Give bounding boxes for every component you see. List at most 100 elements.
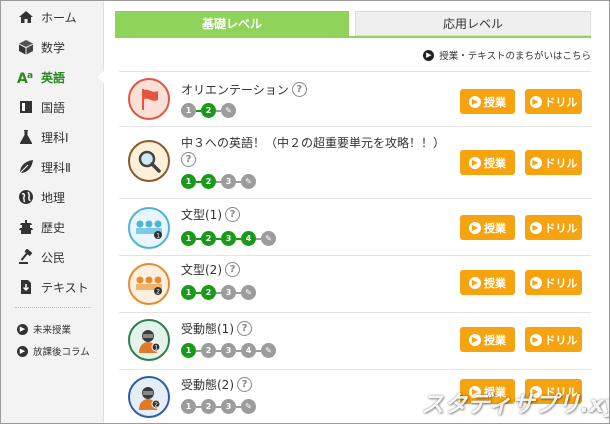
sidebar-item-civics[interactable]: 公民 xyxy=(1,242,103,272)
drill-button-label: ドリル xyxy=(544,221,578,235)
book-icon xyxy=(17,98,35,116)
arrow-right-icon: ▶ xyxy=(529,333,542,346)
sidebar-link-label: 未来授業 xyxy=(33,325,72,336)
errata-link[interactable]: ▶ 授業・テキストのまちがいはこちら xyxy=(423,48,591,62)
arrow-right-icon: ▶ xyxy=(17,345,28,357)
app-frame: ホーム 数学 Aa 英語 国語 理科Ⅰ 理科Ⅱ 地理 歴史 公民 テキスト ▶ … xyxy=(0,0,610,424)
arrow-right-icon: ▶ xyxy=(529,95,542,108)
sidebar-link-label: 放課後コラム xyxy=(33,347,90,358)
help-icon[interactable]: ? xyxy=(237,377,252,392)
lesson-row: 2 文型(2) ? 1 2 3 ✎ ▶ 授業 ▶ ドリル xyxy=(119,255,591,312)
sidebar-item-label: 地理 xyxy=(41,190,66,205)
drill-button[interactable]: ▶ ドリル xyxy=(525,270,582,295)
lesson-row: オリエンテーション ? 1 2 ✎ ▶ 授業 ▶ ドリル xyxy=(119,71,591,126)
lesson-row: 1 受動態(1) ? 1 2 3 4 ✎ ▶ 授業 ▶ ドリル xyxy=(119,312,591,369)
sidebar-item-label: 理科Ⅱ xyxy=(41,160,71,175)
sidebar-item-label: 歴史 xyxy=(41,220,66,235)
lesson-progress: 1 2 3 4 ✎ xyxy=(181,343,276,358)
arrow-right-icon: ▶ xyxy=(469,156,481,169)
lesson-title-text: 中３への英語！（中２の超重要単元を攻略！！） xyxy=(181,136,446,150)
pencil-icon: ✎ xyxy=(241,174,256,189)
cube-icon xyxy=(17,38,35,56)
progress-step: 1 xyxy=(181,285,196,300)
progress-step: 1 xyxy=(181,343,196,358)
drill-button-label: ドリル xyxy=(544,276,578,290)
lesson-button[interactable]: ▶ 授業 xyxy=(460,327,515,352)
lesson-progress: 1 2 3 ✎ xyxy=(181,174,256,189)
sidebar-item-geography[interactable]: 地理 xyxy=(1,182,103,212)
lesson-title: 中３への英語！（中２の超重要単元を攻略！！） xyxy=(181,134,445,151)
lesson-progress: 1 2 ✎ xyxy=(181,103,236,118)
svg-text:a: a xyxy=(27,71,33,81)
lesson-title: オリエンテーション ? xyxy=(181,81,307,98)
lesson-row: 1 文型(1) ? 1 2 3 4 ✎ ▶ 授業 ▶ ドリル xyxy=(119,198,591,255)
help-icon[interactable]: ? xyxy=(181,152,196,167)
pencil-icon: ✎ xyxy=(261,231,276,246)
magnifier-badge-icon xyxy=(128,140,170,182)
main-content: 基礎レベル 応用レベル ▶ 授業・テキストのまちがいはこちら オリエンテーション… xyxy=(115,1,597,423)
tab-applied-level[interactable]: 応用レベル xyxy=(355,11,591,36)
progress-step: 2 xyxy=(201,343,216,358)
lesson-title: 受動態(2) ? xyxy=(181,376,252,393)
drill-button[interactable]: ▶ ドリル xyxy=(525,89,582,114)
progress-step: 4 xyxy=(241,231,256,246)
sentence-pattern-badge-icon: 2 xyxy=(128,263,170,305)
lesson-button[interactable]: ▶ 授業 xyxy=(460,215,515,240)
lesson-title-text: 文型(1) xyxy=(181,208,222,222)
lesson-button[interactable]: ▶ 授業 xyxy=(460,89,515,114)
lesson-button-label: 授業 xyxy=(484,95,506,109)
progress-step: 4 xyxy=(241,343,256,358)
lesson-row: 中３への英語！（中２の超重要単元を攻略！！） ? 1 2 3 ✎ ▶ 授業 ▶ ドリ… xyxy=(119,126,591,198)
sidebar: ホーム 数学 Aa 英語 国語 理科Ⅰ 理科Ⅱ 地理 歴史 公民 テキスト ▶ … xyxy=(1,1,104,423)
arrow-right-icon: ▶ xyxy=(423,49,435,61)
sidebar-item-english[interactable]: Aa 英語 xyxy=(1,62,104,92)
pencil-icon: ✎ xyxy=(241,399,256,414)
progress-step: 1 xyxy=(181,399,196,414)
lesson-title: 文型(1) ? xyxy=(181,206,240,223)
svg-text:1: 1 xyxy=(156,233,160,240)
progress-step: 3 xyxy=(221,343,236,358)
help-icon[interactable]: ? xyxy=(237,321,252,336)
sidebar-item-math[interactable]: 数学 xyxy=(1,32,103,62)
sidebar-item-science2[interactable]: 理科Ⅱ xyxy=(1,152,103,182)
progress-step: 3 xyxy=(221,285,236,300)
lesson-button-label: 授業 xyxy=(484,276,506,290)
drill-button[interactable]: ▶ ドリル xyxy=(525,327,582,352)
help-icon[interactable]: ? xyxy=(225,262,240,277)
drill-button-label: ドリル xyxy=(544,95,578,109)
pencil-icon: ✎ xyxy=(241,285,256,300)
sidebar-divider xyxy=(15,307,91,308)
drill-button-label: ドリル xyxy=(544,156,578,170)
sidebar-item-home[interactable]: ホーム xyxy=(1,2,103,32)
help-icon[interactable]: ? xyxy=(291,82,307,97)
progress-step: 2 xyxy=(201,174,216,189)
help-icon[interactable]: ? xyxy=(225,207,240,222)
sidebar-link-future-lessons[interactable]: ▶ 未来授業 xyxy=(1,318,103,340)
tab-basic-level[interactable]: 基礎レベル xyxy=(115,11,349,36)
globe-icon xyxy=(17,188,35,206)
leaf-icon xyxy=(17,158,35,176)
drill-button-label: ドリル xyxy=(544,333,578,347)
sidebar-item-label: 数学 xyxy=(41,40,66,55)
sidebar-item-history[interactable]: 歴史 xyxy=(1,212,103,242)
drill-button[interactable]: ▶ ドリル xyxy=(525,150,582,175)
sidebar-item-label: ホーム xyxy=(41,10,77,25)
sidebar-link-after-school-column[interactable]: ▶ 放課後コラム xyxy=(1,340,103,362)
drill-button[interactable]: ▶ ドリル xyxy=(525,215,582,240)
sidebar-item-text[interactable]: テキスト xyxy=(1,272,103,302)
progress-step: 2 xyxy=(201,399,216,414)
progress-step: 3 xyxy=(221,231,236,246)
lesson-button[interactable]: ▶ 授業 xyxy=(460,150,515,175)
progress-step: 3 xyxy=(221,174,236,189)
sidebar-item-science1[interactable]: 理科Ⅰ xyxy=(1,122,103,152)
sidebar-item-japanese[interactable]: 国語 xyxy=(1,92,103,122)
passive-voice-badge-icon: 2 xyxy=(128,376,170,418)
lesson-title-text: 受動態(1) xyxy=(181,322,234,336)
svg-text:2: 2 xyxy=(154,402,158,409)
lesson-button[interactable]: ▶ 授業 xyxy=(460,270,515,295)
sentence-pattern-badge-icon: 1 xyxy=(128,207,170,249)
arrow-right-icon: ▶ xyxy=(529,276,542,289)
svg-text:2: 2 xyxy=(156,289,160,296)
arrow-right-icon: ▶ xyxy=(469,221,481,234)
sidebar-item-label: 公民 xyxy=(41,250,66,265)
